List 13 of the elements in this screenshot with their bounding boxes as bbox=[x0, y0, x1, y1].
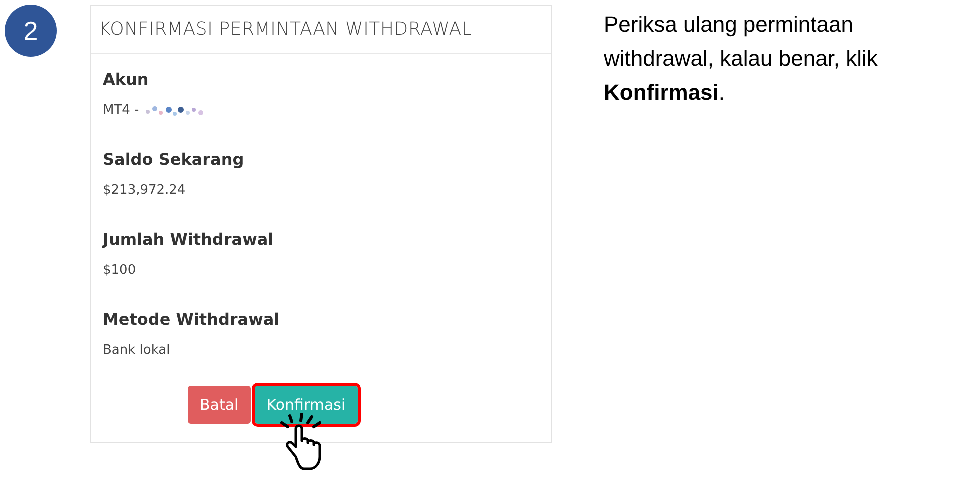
instruction-text: Periksa ulang permintaan withdrawal, kalau benar, klik Konfirmasi. bbox=[604, 11, 879, 107]
field-label: Jumlah Withdrawal bbox=[103, 230, 275, 249]
field-value: $100 bbox=[103, 263, 136, 278]
cancel-button[interactable]: Batal bbox=[188, 386, 251, 424]
field-label: Metode Withdrawal bbox=[103, 310, 281, 329]
field-label: Akun bbox=[103, 70, 150, 89]
step-badge: 2 bbox=[5, 5, 57, 57]
field-label: Saldo Sekarang bbox=[103, 150, 246, 169]
field-value: MT4 - bbox=[103, 103, 140, 118]
dialog-title: KONFIRMASI PERMINTAAN WITHDRAWAL bbox=[99, 19, 472, 40]
field-value: Bank lokal bbox=[103, 343, 170, 358]
confirm-button[interactable]: Konfirmasi bbox=[254, 386, 358, 424]
field-value: $213,972.24 bbox=[103, 183, 186, 198]
